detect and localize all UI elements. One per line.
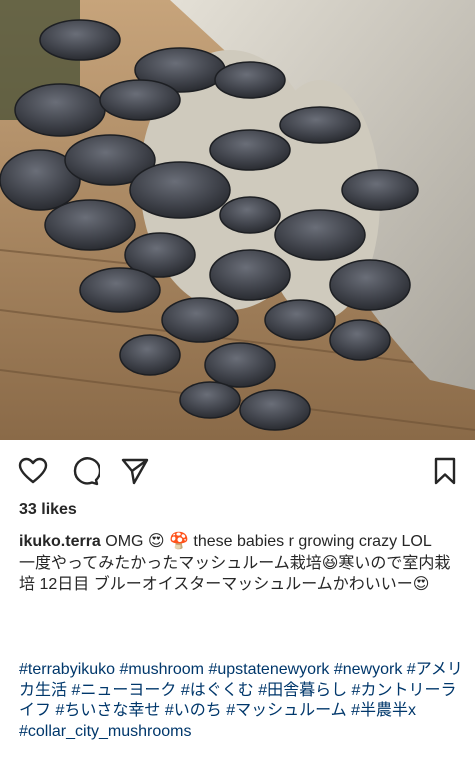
hashtag[interactable]: #ニューヨーク	[71, 682, 176, 699]
heart-icon[interactable]	[18, 456, 48, 486]
hashtag-list: #terrabyikuko #mushroom #upstatenewyork …	[19, 660, 464, 742]
blue-oyster-mushroom-image	[0, 0, 475, 440]
hashtag[interactable]: #newyork	[334, 661, 402, 678]
hashtag[interactable]: #collar_city_mushrooms	[19, 723, 192, 740]
like-count[interactable]: 33 likes	[19, 501, 77, 519]
comment-icon[interactable]	[70, 456, 102, 486]
hashtag[interactable]: #半農半x	[351, 702, 416, 719]
hashtag[interactable]: #mushroom	[120, 661, 204, 678]
hashtag[interactable]: #ちいさな幸せ	[55, 702, 160, 719]
caption-text-line1: OMG 😍 🍄 these babies r growing crazy LOL	[100, 533, 432, 550]
caption-text-line2: 一度やってみたかったマッシュルーム栽培😆寒いので室内栽培 12日目 ブルーオイス…	[19, 554, 451, 594]
post-action-bar	[0, 450, 475, 494]
post-photo[interactable]	[0, 0, 475, 440]
hashtag[interactable]: #upstatenewyork	[208, 661, 329, 678]
hashtag[interactable]: #terrabyikuko	[19, 661, 115, 678]
hashtag[interactable]: #いのち	[165, 702, 222, 719]
hashtag[interactable]: #田舎暮らし	[258, 682, 347, 699]
hashtag[interactable]: #マッシュルーム	[226, 702, 346, 719]
hashtag[interactable]: #はぐくむ	[181, 682, 254, 699]
username[interactable]: ikuko.terra	[19, 533, 101, 550]
send-icon[interactable]	[120, 456, 150, 486]
bookmark-icon[interactable]	[430, 456, 460, 486]
post-caption: ikuko.terra OMG 😍 🍄 these babies r growi…	[19, 531, 464, 596]
